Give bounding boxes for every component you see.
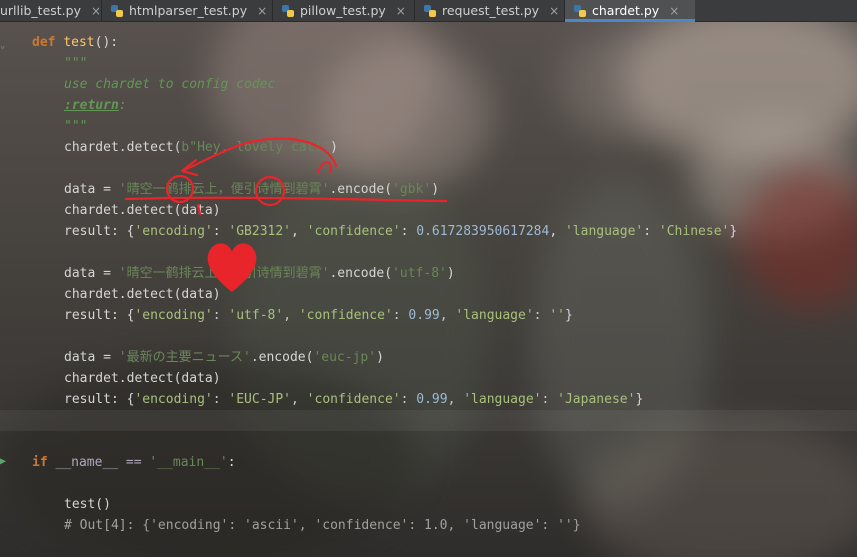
python-file-icon xyxy=(111,4,123,17)
code-line: data = '晴空一鹤排云上，便引诗情到碧霄'.encode('gbk') xyxy=(64,182,440,197)
code-line: result: {'encoding': 'GB2312', 'confiden… xyxy=(64,224,738,239)
code-line: """ xyxy=(64,119,88,134)
tab-label: chardet.py xyxy=(592,3,660,18)
code-line: data = '晴空一鹤排云上，便引诗情到碧霄'.encode('utf-8') xyxy=(64,266,455,281)
code-line: # Out[4]: {'encoding': 'ascii', 'confide… xyxy=(64,518,581,533)
code-line: chardet.detect(data) xyxy=(64,371,221,386)
python-file-icon xyxy=(424,4,436,17)
python-file-icon xyxy=(282,4,294,17)
tab-request-test[interactable]: request_test.py × xyxy=(415,0,569,21)
code-line: chardet.detect(b"Hey, lovely cat!") xyxy=(64,140,338,155)
code-line: chardet.detect(data) xyxy=(64,203,221,218)
code-line: result: {'encoding': 'utf-8', 'confidenc… xyxy=(64,308,573,323)
code-line: chardet.detect(data) xyxy=(64,287,221,302)
close-icon[interactable]: × xyxy=(91,4,101,18)
close-icon[interactable]: × xyxy=(669,4,679,18)
current-line-highlight xyxy=(0,410,857,431)
code-line: data = '最新の主要ニュース'.encode('euc-jp') xyxy=(64,350,384,365)
tab-label: htmlparser_test.py xyxy=(129,3,248,18)
python-file-icon xyxy=(574,4,586,17)
tab-label: request_test.py xyxy=(442,3,540,18)
close-icon[interactable]: × xyxy=(257,4,267,18)
code-line: if __name__ == '__main__': xyxy=(32,455,236,470)
tab-label: urllib_test.py xyxy=(0,3,81,18)
tab-label: pillow_test.py xyxy=(300,3,386,18)
tab-htmlparser-test[interactable]: htmlparser_test.py × xyxy=(102,0,276,21)
code-line: :return: xyxy=(64,98,127,113)
code-line: test() xyxy=(64,497,111,512)
close-icon[interactable]: × xyxy=(396,4,406,18)
close-icon[interactable]: × xyxy=(549,4,559,18)
tab-chardet[interactable]: chardet.py × xyxy=(565,0,695,22)
tab-pillow-test[interactable]: pillow_test.py × xyxy=(273,0,417,21)
code-editor[interactable]: ⌄ def test(): """ use chardet to config … xyxy=(0,22,857,557)
editor-tab-bar: urllib_test.py × htmlparser_test.py × pi… xyxy=(0,0,857,22)
code-line: """ xyxy=(64,56,88,71)
code-line: result: {'encoding': 'EUC-JP', 'confiden… xyxy=(64,392,644,407)
code-line: def test(): xyxy=(32,35,119,50)
code-line: use chardet to config codec xyxy=(64,77,276,92)
tab-urllib-test[interactable]: urllib_test.py × xyxy=(0,0,102,21)
